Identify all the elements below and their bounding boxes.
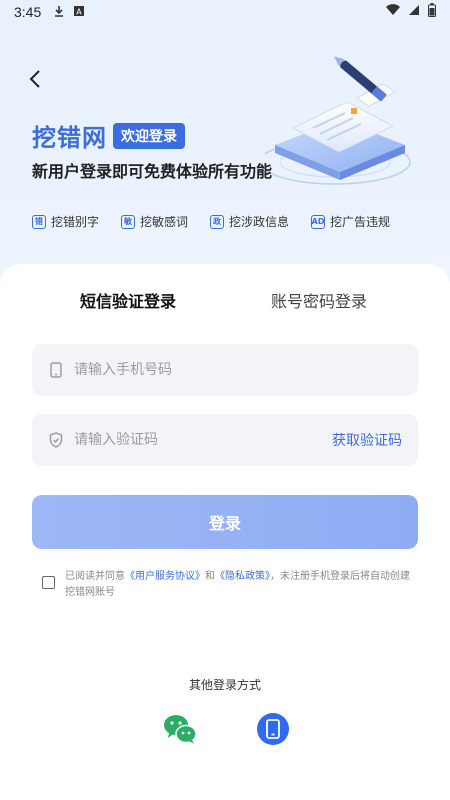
agreement-and: 和: [205, 571, 215, 582]
mobile-icon: [48, 362, 64, 378]
get-code-button[interactable]: 获取验证码: [332, 430, 402, 450]
agreement: 已阅读并同意《用户服务协议》和《隐私政策》，未注册手机登录后将自动创建挖错网账号: [42, 569, 412, 601]
back-button[interactable]: [22, 66, 48, 92]
feature-ad: AD 挖广告违规: [311, 213, 390, 230]
subtitle: 新用户登录即可免费体验所有功能: [32, 162, 273, 181]
feature-political: 政 挖涉政信息: [210, 213, 289, 230]
download-icon: [53, 5, 65, 20]
battery-icon: [428, 3, 436, 21]
chevron-left-icon: [29, 70, 40, 88]
brand: 挖错网 欢迎登录: [32, 118, 185, 153]
phone-field[interactable]: [32, 344, 418, 396]
wechat-icon: [164, 715, 197, 744]
feature-label: 挖敏感词: [140, 215, 189, 229]
wechat-login-button[interactable]: [163, 712, 197, 746]
tab-sms-login[interactable]: 短信验证登录: [80, 288, 176, 312]
feature-typo: 错 挖错别字: [32, 213, 99, 230]
status-bar: 3:45 A: [0, 0, 450, 24]
phone-input[interactable]: [74, 362, 402, 378]
other-login-title: 其他登录方式: [188, 678, 261, 692]
code-field[interactable]: 获取验证码: [32, 414, 418, 466]
feature-sensitive: 敏 挖敏感词: [121, 213, 188, 230]
login-tabs: 短信验证登录 账号密码登录: [0, 288, 450, 349]
code-input[interactable]: [74, 432, 332, 448]
feature-list: 错 挖错别字 敏 挖敏感词 政 挖涉政信息 AD 挖广告违规: [32, 213, 390, 230]
political-icon: 政: [210, 214, 225, 229]
other-login-methods: [163, 712, 289, 746]
svg-text:A: A: [77, 7, 83, 16]
privacy-link[interactable]: 《隐私政策》: [215, 571, 270, 582]
feature-label: 挖涉政信息: [229, 215, 290, 229]
phone-icon: [266, 719, 280, 739]
brand-name: 挖错网: [32, 124, 107, 152]
phone-login-button[interactable]: [257, 713, 289, 745]
welcome-badge: 欢迎登录: [113, 122, 185, 149]
feature-label: 挖广告违规: [330, 215, 391, 229]
agreement-text: 已阅读并同意《用户服务协议》和《隐私政策》，未注册手机登录后将自动创建挖错网账号: [65, 569, 412, 601]
sensitive-icon: 敏: [121, 214, 136, 229]
shield-icon: [48, 432, 64, 448]
a-badge-icon: A: [73, 5, 85, 20]
signal-icon: [408, 4, 420, 20]
document-pen-illustration: [265, 56, 411, 185]
agreement-checkbox[interactable]: [42, 576, 55, 589]
login-card: 短信验证登录 账号密码登录 获取验证码 登录 已阅读并同意《用户服务协议》和《隐…: [0, 264, 450, 800]
feature-label: 挖错别字: [51, 215, 100, 229]
agreement-prefix: 已阅读并同意: [65, 571, 125, 582]
status-time: 3:45: [14, 4, 42, 20]
typo-icon: 错: [32, 214, 46, 229]
ad-icon: AD: [311, 214, 326, 229]
wifi-icon: [386, 4, 400, 20]
tab-account-login[interactable]: 账号密码登录: [271, 288, 367, 312]
login-button[interactable]: 登录: [32, 495, 418, 549]
terms-link[interactable]: 《用户服务协议》: [125, 571, 205, 582]
